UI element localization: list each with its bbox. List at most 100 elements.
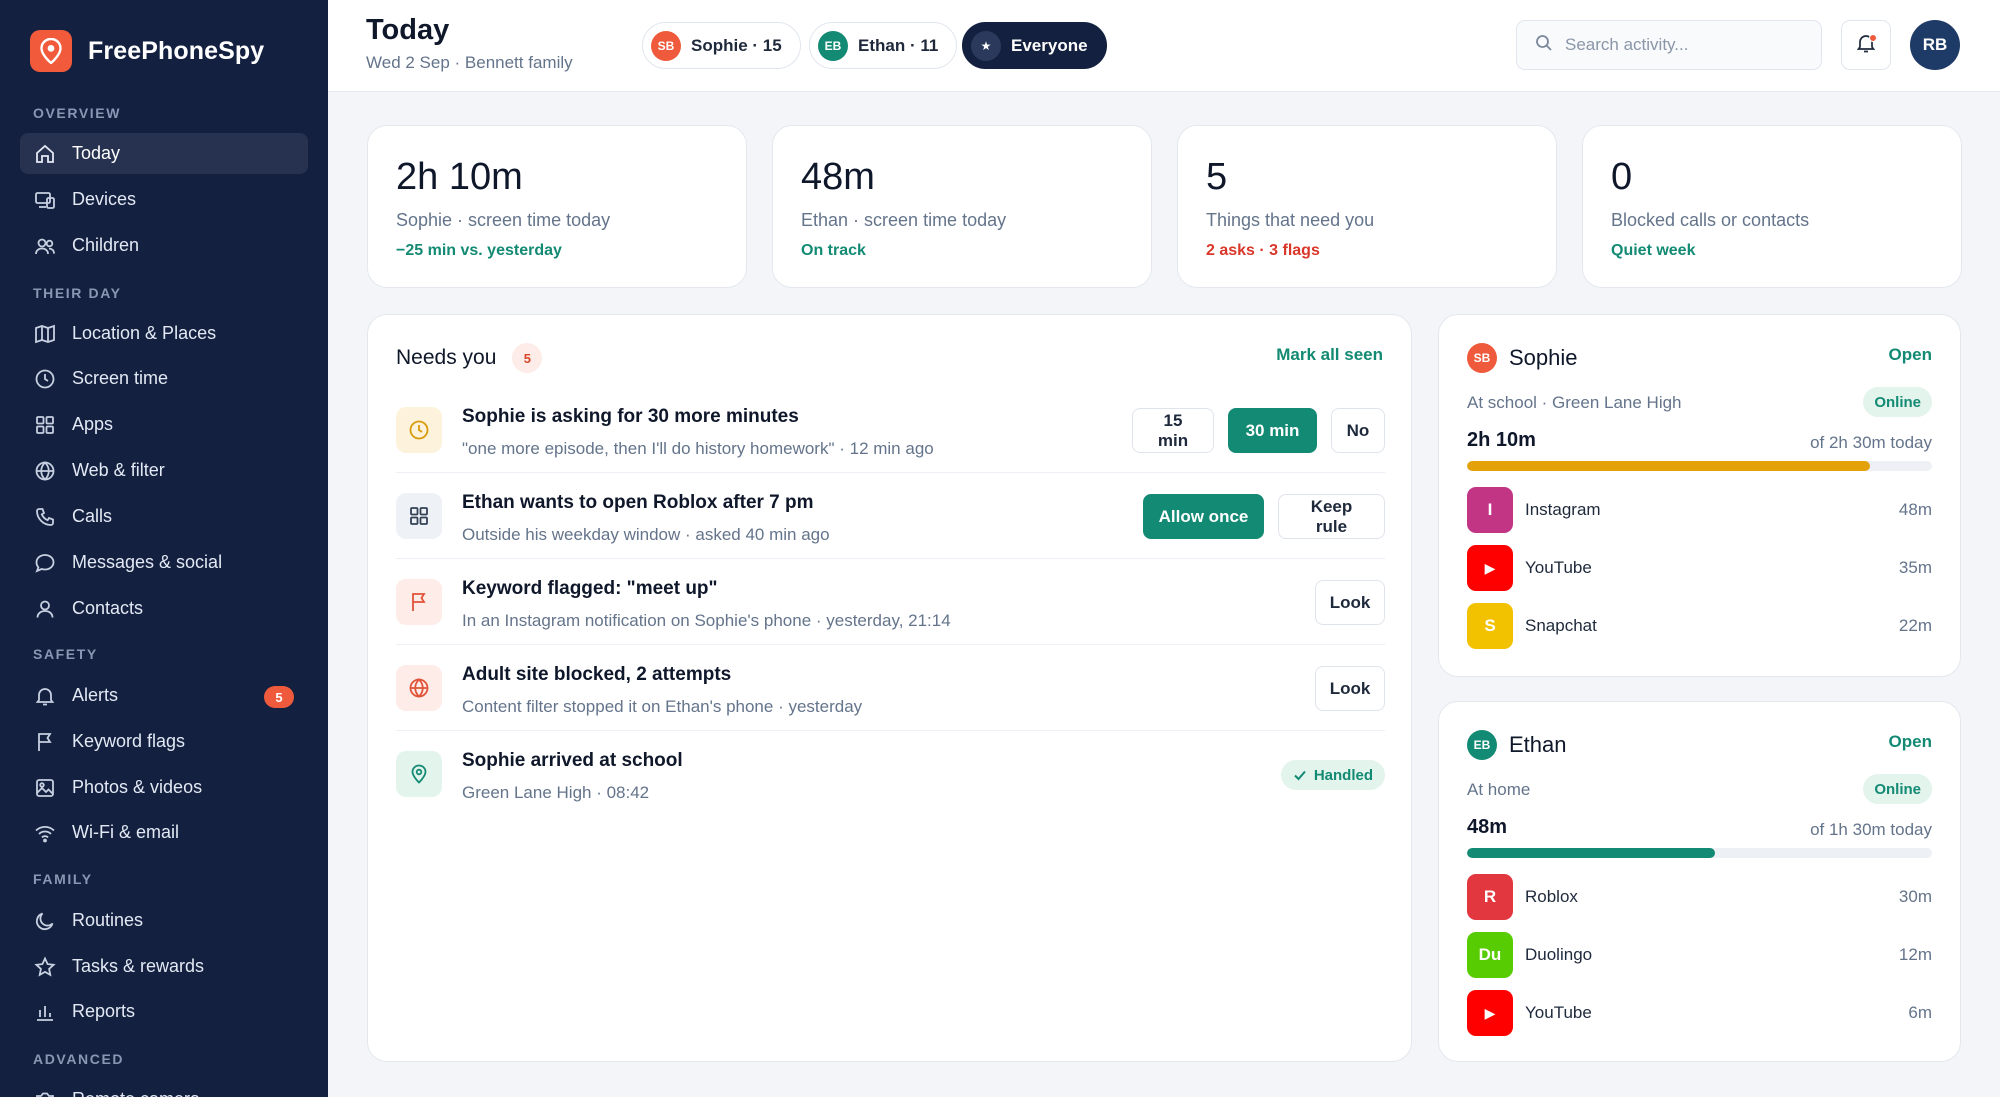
needs-you-heading: Needs you xyxy=(396,346,497,369)
sidebar-item-label: Photos & videos xyxy=(72,777,203,797)
sidebar-item-apps[interactable]: Apps xyxy=(20,404,308,445)
screen-time-used: 2h 10m xyxy=(1467,429,1536,451)
brand[interactable]: FreePhoneSpy xyxy=(30,30,264,72)
sidebar-item-contacts[interactable]: Contacts xyxy=(20,588,308,629)
mark-all-seen-link[interactable]: Mark all seen xyxy=(1276,345,1383,365)
request-subtitle: Content filter stopped it on Ethan's pho… xyxy=(462,697,863,716)
globe-icon xyxy=(396,665,442,711)
brand-name: FreePhoneSpy xyxy=(88,36,265,65)
stat-note: Quiet week xyxy=(1611,242,1696,259)
clock-icon xyxy=(34,368,56,390)
alerts-count-badge: 5 xyxy=(264,686,294,708)
app-usage-row[interactable]: S Snapchat 22m xyxy=(1467,603,1932,649)
grid-icon xyxy=(34,414,56,436)
stat-label: Sophie · screen time today xyxy=(396,210,611,230)
search-input[interactable] xyxy=(1565,35,1805,55)
open-child-link[interactable]: Open xyxy=(1889,345,1932,365)
app-usage-row[interactable]: Du Duolingo 12m xyxy=(1467,932,1932,978)
child-header: SB Sophie xyxy=(1467,343,1578,373)
sidebar: FreePhoneSpy OVERVIEW Today Devices Chil… xyxy=(0,0,328,1097)
request-item: Sophie is asking for 30 more minutes "on… xyxy=(396,387,1385,473)
sidebar-item-web-filter[interactable]: Web & filter xyxy=(20,450,308,491)
stat-card-needs-you[interactable]: 5 Things that need you 2 asks · 3 flags xyxy=(1177,125,1557,288)
filter-pill-ethan[interactable]: EB Ethan · 11 xyxy=(809,22,958,69)
app-usage-row[interactable]: ▶ YouTube 35m xyxy=(1467,545,1932,591)
stat-note: −25 min vs. yesterday xyxy=(396,242,562,259)
open-child-link[interactable]: Open xyxy=(1889,732,1932,752)
grant-30-min-button[interactable]: 30 min xyxy=(1228,408,1317,453)
sidebar-item-label: Keyword flags xyxy=(72,731,186,751)
sidebar-item-devices[interactable]: Devices xyxy=(20,179,308,220)
app-time: 22m xyxy=(1898,616,1932,635)
sidebar-item-screen-time[interactable]: Screen time xyxy=(20,358,308,399)
sidebar-item-label: Devices xyxy=(72,189,137,209)
sidebar-item-label: Wi-Fi & email xyxy=(72,822,179,842)
handled-label: Handled xyxy=(1313,766,1373,784)
users-icon xyxy=(34,235,56,257)
request-subtitle: In an Instagram notification on Sophie's… xyxy=(462,611,951,630)
grant-15-min-button[interactable]: 15 min xyxy=(1132,408,1214,453)
sidebar-item-keyword-flags[interactable]: Keyword flags xyxy=(20,721,308,762)
sidebar-item-routines[interactable]: Routines xyxy=(20,900,308,941)
keep-rule-button[interactable]: Keep rule xyxy=(1278,494,1385,539)
instagram-icon: I xyxy=(1467,487,1513,533)
look-button[interactable]: Look xyxy=(1315,666,1385,711)
screen-time-progress xyxy=(1467,848,1932,858)
sidebar-item-calls[interactable]: Calls xyxy=(20,496,308,537)
app-usage-row[interactable]: I Instagram 48m xyxy=(1467,487,1932,533)
request-subtitle: Green Lane High · 08:42 xyxy=(462,783,650,802)
child-header: EB Ethan xyxy=(1467,730,1567,760)
filter-pill-everyone[interactable]: ★ Everyone xyxy=(962,22,1107,69)
request-subtitle: Outside his weekday window · asked 40 mi… xyxy=(462,525,830,544)
sidebar-item-children[interactable]: Children xyxy=(20,225,308,266)
app-usage-row[interactable]: ▶ YouTube 6m xyxy=(1467,990,1932,1036)
sidebar-item-label: Reports xyxy=(72,1001,136,1021)
child-card-sophie: SB Sophie Open At school · Green Lane Hi… xyxy=(1438,314,1961,677)
stat-label: Ethan · screen time today xyxy=(801,210,1007,230)
roblox-icon: R xyxy=(1467,874,1513,920)
deny-button[interactable]: No xyxy=(1331,408,1385,453)
child-name: Sophie xyxy=(1509,345,1578,370)
sidebar-item-tasks[interactable]: Tasks & rewards xyxy=(20,946,308,987)
request-title: Keyword flagged: "meet up" xyxy=(462,578,718,599)
request-actions: Handled xyxy=(1280,752,1385,790)
star-icon: ★ xyxy=(971,30,1001,61)
stat-card-sophie-screen-time[interactable]: 2h 10m Sophie · screen time today −25 mi… xyxy=(367,125,747,288)
sidebar-item-location[interactable]: Location & Places xyxy=(20,313,308,354)
sidebar-item-today[interactable]: Today xyxy=(20,133,308,174)
check-icon xyxy=(1293,768,1307,782)
sidebar-item-alerts[interactable]: Alerts 5 xyxy=(20,675,308,716)
section-advanced: ADVANCED xyxy=(33,1051,125,1067)
moon-icon xyxy=(34,910,56,932)
clock-icon xyxy=(396,407,442,453)
sidebar-item-wifi-email[interactable]: Wi-Fi & email xyxy=(20,812,308,853)
search-box[interactable] xyxy=(1516,20,1822,70)
app-name: YouTube xyxy=(1525,1003,1592,1022)
stat-note: On track xyxy=(801,242,866,259)
stat-card-ethan-screen-time[interactable]: 48m Ethan · screen time today On track xyxy=(772,125,1152,288)
needs-count-badge: 5 xyxy=(512,343,543,373)
user-icon xyxy=(34,598,56,620)
sidebar-item-remote-camera[interactable]: Remote camera xyxy=(20,1079,308,1097)
sidebar-item-label: Web & filter xyxy=(72,460,165,480)
sidebar-item-reports[interactable]: Reports xyxy=(20,991,308,1032)
progress-fill xyxy=(1467,461,1871,471)
handled-badge: Handled xyxy=(1280,760,1385,790)
user-avatar[interactable]: RB xyxy=(1910,20,1960,70)
stat-value: 2h 10m xyxy=(396,156,523,198)
filter-label: Sophie · 15 xyxy=(691,35,782,55)
sidebar-item-label: Alerts xyxy=(72,685,119,705)
filter-pill-sophie[interactable]: SB Sophie · 15 xyxy=(642,22,801,69)
allow-once-button[interactable]: Allow once xyxy=(1143,494,1264,539)
sidebar-item-messages[interactable]: Messages & social xyxy=(20,542,308,583)
app-usage-row[interactable]: R Roblox 30m xyxy=(1467,874,1932,920)
stat-card-blocked[interactable]: 0 Blocked calls or contacts Quiet week xyxy=(1582,125,1962,288)
notifications-button[interactable] xyxy=(1841,20,1891,70)
sidebar-item-photos[interactable]: Photos & videos xyxy=(20,767,308,808)
sidebar-item-label: Contacts xyxy=(72,598,144,618)
request-title: Sophie is asking for 30 more minutes xyxy=(462,406,799,427)
sidebar-item-label: Apps xyxy=(72,414,114,434)
screen-time-used: 48m xyxy=(1467,816,1508,838)
avatar: SB xyxy=(651,30,681,61)
look-button[interactable]: Look xyxy=(1315,580,1385,625)
